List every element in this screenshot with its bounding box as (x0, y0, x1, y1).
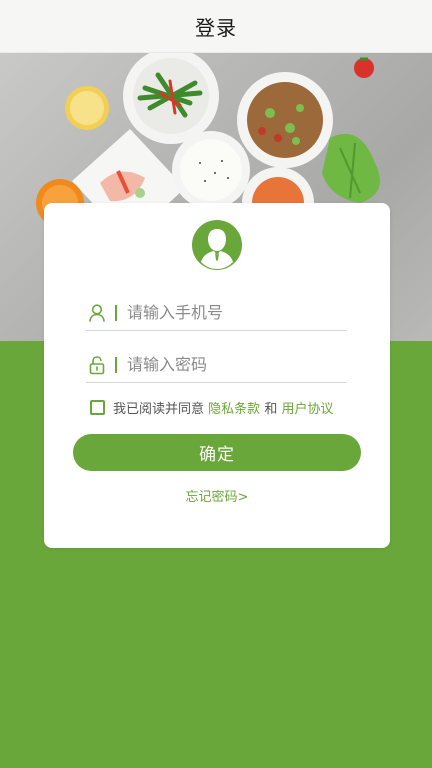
header-bar: 登录 (0, 0, 432, 53)
agreement-checkbox[interactable] (90, 399, 105, 415)
forgot-password-link[interactable]: 忘记密码> (44, 486, 390, 505)
login-screen: 登录 请输入手机号 我已阅读并同意 隐私条款 和 用户协议 确定 忘记密码> (0, 0, 432, 768)
user-agreement-link[interactable]: 用户协议 (281, 398, 333, 417)
agreement-and: 和 (264, 401, 278, 417)
agreement-prefix: 我已阅读并同意 (113, 401, 205, 417)
password-field (86, 347, 347, 383)
privacy-policy-link[interactable]: 隐私条款 (208, 398, 260, 417)
user-avatar-icon (192, 220, 242, 270)
agreement-row: 我已阅读并同意 隐私条款 和 用户协议 (90, 397, 333, 417)
phone-field (86, 295, 347, 331)
field-divider (115, 304, 117, 321)
field-divider (115, 356, 117, 373)
lock-icon (88, 355, 106, 375)
phone-input[interactable] (127, 297, 347, 328)
login-card: 我已阅读并同意 隐私条款 和 用户协议 确定 忘记密码> (44, 203, 390, 548)
password-input[interactable] (127, 349, 347, 380)
page-title: 登录 (195, 15, 237, 40)
confirm-button[interactable]: 确定 (73, 434, 361, 471)
user-icon (88, 303, 106, 323)
